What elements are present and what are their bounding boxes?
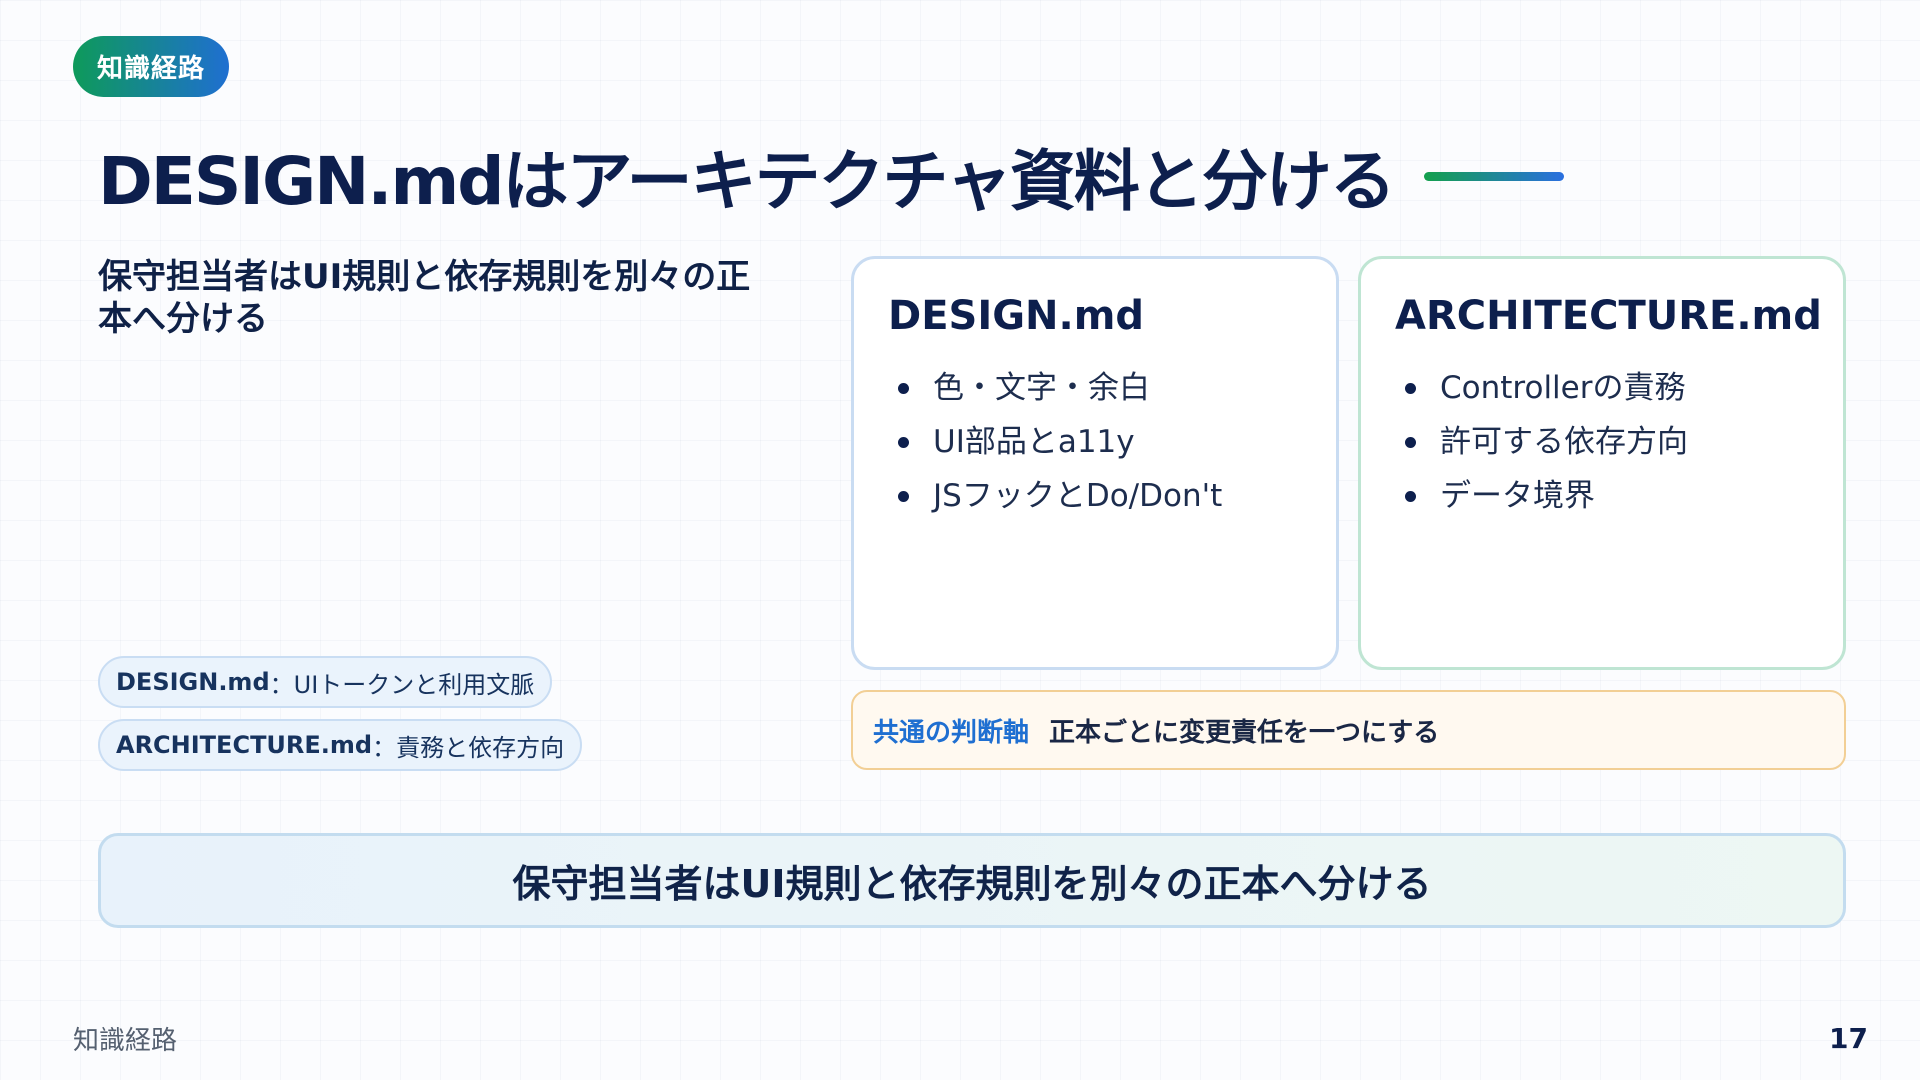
list-item: JSフックとDo/Don't (888, 469, 1302, 523)
list-item-text: JSフックとDo/Don't (933, 478, 1223, 514)
card-list: 色・文字・余白 UI部品とa11y JSフックとDo/Don't (888, 361, 1302, 523)
section-badge: 知識経路 (73, 36, 229, 97)
list-item: 色・文字・余白 (888, 361, 1302, 415)
list-item-text: UI部品とa11y (933, 424, 1135, 460)
card-design: DESIGN.md 色・文字・余白 UI部品とa11y JSフックとDo/Don… (851, 256, 1339, 670)
bullet-icon (898, 490, 909, 502)
list-item: データ境界 (1395, 469, 1809, 523)
footer-brand: 知識経路 (73, 1026, 178, 1056)
card-architecture: ARCHITECTURE.md Controllerの責務 許可する依存方向 デ… (1358, 256, 1846, 670)
page-number: 17 (1829, 1022, 1868, 1055)
criteria-box: 共通の判断軸 正本ごとに変更責任を一つにする (851, 690, 1846, 770)
lead-text: 保守担当者はUI規則と依存規則を別々の正本へ分ける (98, 257, 751, 339)
card-list: Controllerの責務 許可する依存方向 データ境界 (1395, 361, 1809, 523)
pill-design: DESIGN.md ： UIトークンと利用文脈 (98, 656, 553, 708)
list-item: 許可する依存方向 (1395, 415, 1809, 469)
pill-architecture: ARCHITECTURE.md ： 責務と依存方向 (98, 719, 583, 771)
list-item-text: 許可する依存方向 (1440, 424, 1688, 460)
bullet-icon (1405, 382, 1416, 394)
criteria-label: 共通の判断軸 (873, 717, 1030, 748)
list-item-text: 色・文字・余白 (933, 370, 1150, 406)
title-accent-bar (1423, 171, 1564, 181)
card-title: ARCHITECTURE.md (1395, 293, 1822, 339)
bullet-icon (898, 382, 909, 394)
bullet-icon (1405, 436, 1416, 448)
pill-key: ARCHITECTURE.md (116, 731, 373, 759)
summary-banner: 保守担当者はUI規則と依存規則を別々の正本へ分ける (98, 833, 1846, 928)
title-row: DESIGN.mdはアーキテクチャ資料と分ける (98, 128, 1564, 224)
list-item-text: データ境界 (1440, 478, 1595, 514)
pill-separator: ： (372, 733, 397, 762)
slide-title: DESIGN.mdはアーキテクチャ資料と分ける (98, 143, 1396, 220)
list-item-text: Controllerの責務 (1440, 370, 1686, 406)
pill-text: 責務と依存方向 (396, 733, 565, 762)
bullet-icon (1405, 490, 1416, 502)
criteria-text: 正本ごとに変更責任を一つにする (1049, 717, 1440, 748)
card-title: DESIGN.md (888, 293, 1145, 339)
list-item: UI部品とa11y (888, 415, 1302, 469)
pill-text: UIトークンと利用文脈 (293, 670, 535, 699)
bullet-icon (898, 436, 909, 448)
list-item: Controllerの責務 (1395, 361, 1809, 415)
pill-separator: ： (269, 670, 294, 699)
pill-key: DESIGN.md (116, 668, 270, 696)
